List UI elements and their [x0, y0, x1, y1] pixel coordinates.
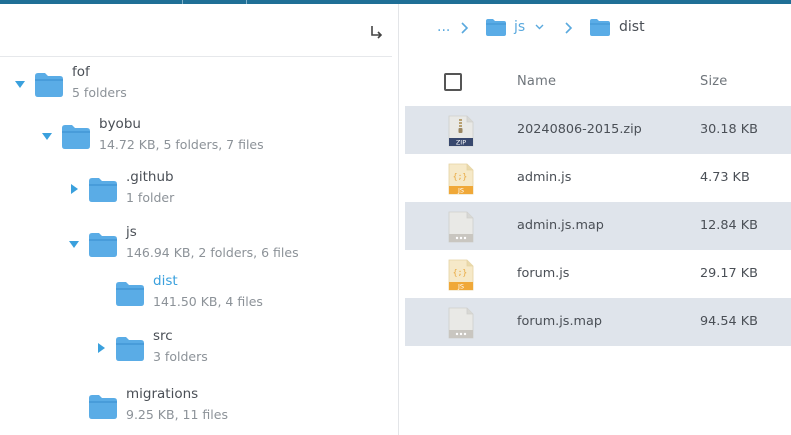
table-row[interactable]: ZIP 20240806-2015.zip 30.18 KB	[405, 106, 791, 154]
zip-file-icon: ZIP	[448, 115, 474, 147]
tree-node-fof[interactable]: fof 5 folders	[0, 58, 392, 102]
folder-icon	[486, 19, 506, 36]
chevron-down-icon[interactable]	[535, 23, 544, 31]
breadcrumb-ellipsis[interactable]: ...	[437, 19, 450, 35]
tree-node-js[interactable]: js 146.94 KB, 2 folders, 6 files	[0, 218, 392, 262]
tree-node-label: migrations	[126, 386, 199, 402]
tree-node-meta: 141.50 KB, 4 files	[153, 294, 263, 309]
tree-node-migrations[interactable]: migrations 9.25 KB, 11 files	[0, 380, 392, 424]
breadcrumb: ... js dist	[399, 4, 791, 56]
file-size: 94.54 KB	[700, 314, 758, 329]
file-size: 29.17 KB	[700, 266, 758, 281]
svg-text:{;}: {;}	[453, 172, 467, 181]
chevron-right-icon	[461, 22, 469, 34]
folder-icon	[88, 394, 118, 420]
tree-node-src[interactable]: src 3 folders	[0, 322, 392, 366]
svg-text:JS: JS	[457, 187, 464, 195]
tree-node-meta: 14.72 KB, 5 folders, 7 files	[99, 137, 264, 152]
generic-file-icon	[448, 307, 474, 339]
tree-node-byobu[interactable]: byobu 14.72 KB, 5 folders, 7 files	[0, 110, 392, 154]
file-list-pane: ... js dist Name Size ZIP 20240806-2015.z…	[399, 4, 791, 435]
collapse-tree-icon[interactable]	[366, 22, 386, 42]
caret-down-icon[interactable]	[14, 78, 26, 90]
svg-text:{;}: {;}	[453, 268, 467, 277]
column-header-size[interactable]: Size	[700, 74, 728, 89]
table-row[interactable]: forum.js.map 94.54 KB	[405, 298, 791, 346]
tree-node-meta: 9.25 KB, 11 files	[126, 407, 228, 422]
caret-right-icon[interactable]	[68, 183, 80, 195]
chevron-right-icon	[565, 22, 573, 34]
file-name: forum.js.map	[517, 314, 602, 329]
tree-node-meta: 1 folder	[126, 190, 175, 205]
tree-node-dist[interactable]: dist 141.50 KB, 4 files	[0, 267, 392, 311]
breadcrumb-current: dist	[619, 19, 645, 35]
svg-text:JS: JS	[457, 283, 464, 291]
folder-icon	[34, 72, 64, 98]
tree-node-meta: 3 folders	[153, 349, 208, 364]
file-name: admin.js.map	[517, 218, 604, 233]
file-name: admin.js	[517, 170, 572, 185]
tree-node-label: js	[126, 224, 137, 240]
svg-text:ZIP: ZIP	[456, 139, 466, 147]
tree-node-label: dist	[153, 273, 178, 289]
generic-file-icon	[448, 211, 474, 243]
tree-node-github[interactable]: .github 1 folder	[0, 163, 392, 207]
tree-node-label: src	[153, 328, 173, 344]
file-name: 20240806-2015.zip	[517, 122, 642, 137]
file-name: forum.js	[517, 266, 570, 281]
caret-down-icon[interactable]	[41, 130, 53, 142]
table-header: Name Size	[405, 58, 791, 106]
js-file-icon: {;} JS	[448, 163, 474, 195]
js-file-icon: {;} JS	[448, 259, 474, 291]
tree-node-label: byobu	[99, 116, 141, 132]
file-size: 4.73 KB	[700, 170, 750, 185]
caret-right-icon[interactable]	[95, 342, 107, 354]
folder-icon	[115, 281, 145, 307]
folder-icon	[590, 19, 610, 36]
caret-down-icon[interactable]	[68, 238, 80, 250]
folder-icon	[61, 124, 91, 150]
folder-tree-pane: fof 5 folders byobu 14.72 KB, 5 folders, 7 …	[0, 4, 398, 435]
tree-header	[0, 4, 392, 57]
folder-icon	[115, 336, 145, 362]
folder-icon	[88, 177, 118, 203]
folder-icon	[88, 232, 118, 258]
breadcrumb-item-js[interactable]: js	[514, 19, 525, 35]
file-size: 12.84 KB	[700, 218, 758, 233]
tree-node-label: fof	[72, 64, 90, 80]
table-row[interactable]: {;} JS admin.js 4.73 KB	[405, 154, 791, 202]
select-all-checkbox[interactable]	[444, 73, 462, 91]
column-header-name[interactable]: Name	[517, 74, 556, 89]
file-size: 30.18 KB	[700, 122, 758, 137]
tree-node-meta: 146.94 KB, 2 folders, 6 files	[126, 245, 299, 260]
table-row[interactable]: admin.js.map 12.84 KB	[405, 202, 791, 250]
table-row[interactable]: {;} JS forum.js 29.17 KB	[405, 250, 791, 298]
tree-node-label: .github	[126, 169, 174, 185]
tree-node-meta: 5 folders	[72, 85, 127, 100]
